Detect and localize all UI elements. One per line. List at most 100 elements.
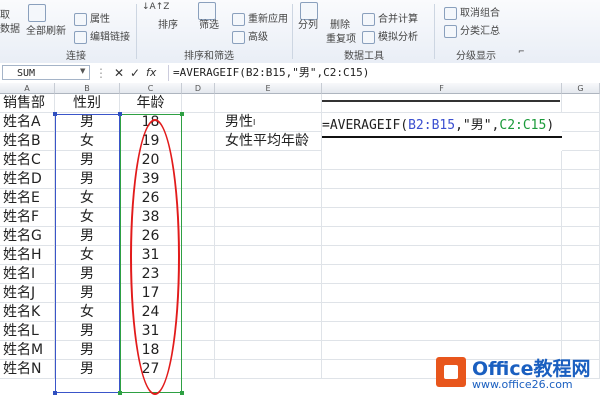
- cell-empty[interactable]: [215, 322, 322, 341]
- range-handle[interactable]: [53, 391, 57, 395]
- refresh-all-button[interactable]: 全部刷新: [26, 22, 66, 37]
- insert-function-button[interactable]: fx: [146, 65, 156, 81]
- column-header-f[interactable]: F: [322, 83, 562, 94]
- sort-button[interactable]: 排序: [158, 16, 178, 31]
- cell-empty[interactable]: [562, 227, 600, 246]
- cell-empty[interactable]: [182, 322, 215, 341]
- cell-empty[interactable]: [215, 151, 322, 170]
- name-box[interactable]: SUM: [2, 65, 90, 80]
- column-header-g[interactable]: G: [562, 83, 600, 94]
- name-cell[interactable]: 姓名E: [0, 189, 55, 208]
- cell-empty[interactable]: [182, 303, 215, 322]
- name-cell[interactable]: 姓名G: [0, 227, 55, 246]
- formula-input[interactable]: =AVERAGEIF(B2:B15,"男",C2:C15): [168, 65, 598, 81]
- cell-empty[interactable]: [562, 303, 600, 322]
- cell-empty[interactable]: [562, 132, 600, 151]
- cell-empty[interactable]: [215, 341, 322, 360]
- name-cell[interactable]: 姓名D: [0, 170, 55, 189]
- cell-empty[interactable]: [215, 94, 322, 113]
- cell-empty[interactable]: [182, 189, 215, 208]
- header-cell-gender[interactable]: 性别: [55, 94, 120, 113]
- label-cell-female-avg[interactable]: 女性平均年龄: [215, 132, 322, 151]
- cell-empty[interactable]: [182, 170, 215, 189]
- cell-empty[interactable]: [182, 265, 215, 284]
- cell-empty[interactable]: [562, 113, 600, 132]
- name-cell[interactable]: 姓名F: [0, 208, 55, 227]
- dialog-launcher-icon[interactable]: ⌐: [518, 47, 525, 56]
- cell-empty[interactable]: [322, 265, 562, 284]
- cell-empty[interactable]: [182, 341, 215, 360]
- filter-button[interactable]: 筛选: [199, 16, 219, 31]
- properties-button[interactable]: 属性: [74, 10, 110, 26]
- range-handle[interactable]: [118, 112, 122, 116]
- cell-empty[interactable]: [322, 208, 562, 227]
- subtotal-button[interactable]: 分类汇总: [444, 22, 500, 38]
- name-cell[interactable]: 姓名A: [0, 113, 55, 132]
- cell-empty[interactable]: [562, 265, 600, 284]
- cancel-formula-button[interactable]: ✕: [114, 65, 124, 81]
- cell-empty[interactable]: [562, 94, 600, 113]
- cell-empty[interactable]: [215, 189, 322, 208]
- remove-duplicates-button[interactable]: 删除: [330, 16, 350, 31]
- cell-empty[interactable]: [182, 208, 215, 227]
- range-handle[interactable]: [180, 391, 184, 395]
- cell-empty[interactable]: [215, 246, 322, 265]
- cell-empty[interactable]: [182, 151, 215, 170]
- cell-empty[interactable]: [562, 208, 600, 227]
- refresh-all-icon[interactable]: [28, 4, 49, 22]
- get-external-data-button[interactable]: 取: [0, 6, 10, 21]
- cell-empty[interactable]: [182, 227, 215, 246]
- range-handle[interactable]: [53, 112, 57, 116]
- cell-empty[interactable]: [322, 322, 562, 341]
- cell-empty[interactable]: [322, 151, 562, 170]
- what-if-analysis-button[interactable]: 模拟分析: [362, 28, 418, 44]
- name-cell[interactable]: 姓名L: [0, 322, 55, 341]
- cell-empty[interactable]: [562, 284, 600, 303]
- cell-empty[interactable]: [215, 227, 322, 246]
- name-cell[interactable]: 姓名C: [0, 151, 55, 170]
- cell-empty[interactable]: [322, 303, 562, 322]
- ungroup-button[interactable]: 取消组合: [444, 4, 500, 20]
- cell-empty[interactable]: [215, 170, 322, 189]
- cell-empty[interactable]: [562, 170, 600, 189]
- cell-empty[interactable]: [215, 360, 322, 379]
- cell-empty[interactable]: [215, 303, 322, 322]
- column-header-a[interactable]: A: [0, 83, 55, 94]
- sort-az-icon[interactable]: ↓A↑Z: [142, 2, 169, 12]
- cell-empty[interactable]: [562, 189, 600, 208]
- range-handle[interactable]: [180, 112, 184, 116]
- name-box-dropdown-icon[interactable]: ▼: [80, 67, 85, 75]
- cell-empty[interactable]: [182, 360, 215, 379]
- cell-empty[interactable]: [215, 208, 322, 227]
- column-header-c[interactable]: C: [120, 83, 182, 94]
- cell-empty[interactable]: [562, 322, 600, 341]
- cell-empty[interactable]: [182, 284, 215, 303]
- enter-formula-button[interactable]: ✓: [130, 65, 140, 81]
- header-cell-department[interactable]: 销售部: [0, 94, 55, 113]
- range-handle[interactable]: [118, 391, 122, 395]
- column-header-d[interactable]: D: [182, 83, 215, 94]
- name-cell[interactable]: 姓名I: [0, 265, 55, 284]
- name-cell[interactable]: 姓名M: [0, 341, 55, 360]
- name-cell[interactable]: 姓名J: [0, 284, 55, 303]
- name-cell[interactable]: 姓名H: [0, 246, 55, 265]
- edit-links-button[interactable]: 编辑链接: [74, 28, 130, 44]
- cell-empty[interactable]: [562, 151, 600, 170]
- formula-edit-cell[interactable]: =AVERAGEIF(B2:B15,"男",C2:C15): [322, 116, 562, 138]
- cell-empty[interactable]: [182, 94, 215, 113]
- header-cell-age[interactable]: 年龄: [120, 94, 182, 113]
- text-to-columns-button[interactable]: 分列: [298, 16, 318, 31]
- cell-empty[interactable]: [562, 246, 600, 265]
- name-cell[interactable]: 姓名B: [0, 132, 55, 151]
- consolidate-button[interactable]: 合并计算: [362, 10, 418, 26]
- cell-empty[interactable]: [182, 246, 215, 265]
- cell-empty[interactable]: [215, 265, 322, 284]
- cell-empty[interactable]: [322, 284, 562, 303]
- label-cell-male[interactable]: 男性I: [215, 113, 322, 132]
- column-header-e[interactable]: E: [215, 83, 322, 94]
- cell-empty[interactable]: [322, 170, 562, 189]
- cell-empty[interactable]: [322, 189, 562, 208]
- cell-empty[interactable]: [182, 132, 215, 151]
- cell-empty[interactable]: [322, 227, 562, 246]
- cell-empty[interactable]: [182, 113, 215, 132]
